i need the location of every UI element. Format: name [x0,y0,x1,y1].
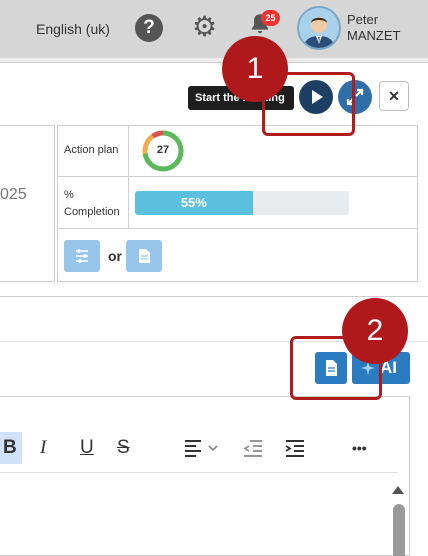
gear-icon[interactable]: ⚙ [192,12,217,42]
user-first-name: Peter [347,12,379,27]
file-button[interactable] [126,240,162,272]
scroll-up-arrow[interactable] [392,486,404,494]
bold-button[interactable]: B [0,432,22,464]
action-list-button[interactable] [64,240,100,272]
question-circle-icon[interactable]: ? [135,14,163,42]
user-last-name: MANZET [347,28,401,43]
scroll-thumb[interactable] [393,504,405,556]
action-plan-count: 27 [156,144,170,156]
file-icon [139,249,150,263]
completion-label: % Completion [64,187,120,221]
completion-label-line2: Completion [64,206,120,218]
table-divider [57,228,418,229]
or-label: or [108,248,122,264]
italic-button[interactable]: I [40,437,46,459]
underline-button[interactable]: U [80,437,94,459]
step-marker-1: 1 [222,36,288,102]
notification-count-badge: 25 [261,10,280,26]
text-editor[interactable] [0,396,410,556]
divider [0,62,428,63]
action-plan-label: Action plan [64,144,119,156]
close-button[interactable]: ✕ [379,81,409,111]
top-bar: English (uk) ? ⚙ 25 Peter MANZET [0,0,428,58]
avatar[interactable] [297,6,341,50]
indent-icon[interactable] [284,437,306,465]
divider [0,296,428,297]
table-divider [57,176,418,177]
language-selector[interactable]: English (uk) [36,21,110,37]
strikethrough-button[interactable]: S [117,437,130,459]
sliders-icon [76,249,88,263]
user-name[interactable]: Peter MANZET [347,12,400,44]
completion-progress-fill: 55% [135,191,253,215]
step-marker-2: 2 [342,298,408,364]
date-fragment: 025 [0,186,27,203]
completion-label-line1: % [64,189,74,201]
align-left-icon[interactable] [183,437,223,465]
outdent-icon[interactable] [242,437,264,465]
more-button[interactable]: ••• [352,437,367,459]
toolbar-divider [0,472,398,473]
completion-progress-bar: 55% [135,191,349,215]
